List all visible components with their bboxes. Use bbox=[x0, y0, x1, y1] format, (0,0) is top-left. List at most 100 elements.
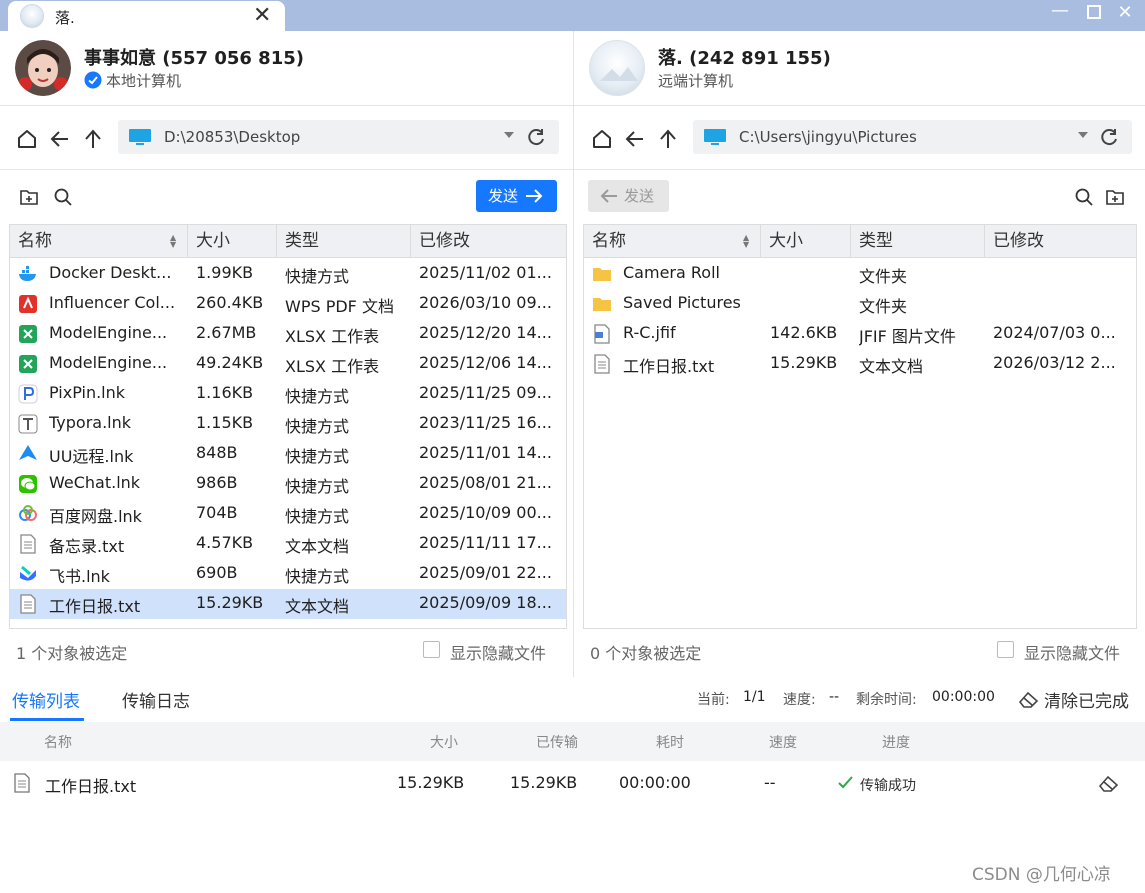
table-row[interactable]: Influencer Col... 260.4KB WPS PDF 文档 2026/0… bbox=[10, 289, 566, 319]
table-row[interactable]: UU远程.lnk 848B 快捷方式 2025/11/01 14... bbox=[10, 439, 566, 469]
new-folder-icon[interactable] bbox=[19, 187, 39, 207]
text-file-icon bbox=[18, 594, 38, 614]
file-name: 飞书.lnk bbox=[49, 567, 110, 586]
refresh-icon[interactable] bbox=[526, 127, 546, 147]
file-type: 快捷方式 bbox=[285, 567, 350, 586]
pdf-icon bbox=[18, 294, 38, 314]
table-row[interactable]: 工作日报.txt 15.29KB 文本文档 2026/03/12 2... bbox=[584, 349, 1136, 379]
table-row[interactable]: Camera Roll 文件夹 bbox=[584, 259, 1136, 289]
file-name: Camera Roll bbox=[623, 263, 720, 282]
local-show-hidden-checkbox[interactable] bbox=[423, 641, 440, 658]
tab-transfer-list[interactable]: 传输列表 bbox=[12, 687, 80, 712]
column-label: 名称 bbox=[18, 231, 52, 251]
send-button-disabled[interactable]: 发送 bbox=[588, 180, 669, 212]
transfer-table-header: 名称 大小 已传输 耗时 速度 进度 bbox=[0, 722, 1145, 761]
window-close-button[interactable]: ✕ bbox=[1112, 2, 1138, 26]
new-folder-icon[interactable] bbox=[1105, 187, 1125, 207]
send-button-label: 发送 bbox=[624, 187, 655, 205]
session-tab[interactable]: 落. ✕ bbox=[8, 1, 285, 31]
column-header-name[interactable]: 名称 ▲ ▼ bbox=[10, 225, 188, 258]
remote-header: 落. (242 891 155) 远端计算机 bbox=[574, 31, 1145, 106]
remote-path-box[interactable]: C:\Users\jingyu\Pictures bbox=[693, 120, 1132, 154]
refresh-icon[interactable] bbox=[1099, 127, 1119, 147]
path-dropdown-icon[interactable] bbox=[1078, 132, 1088, 138]
file-modified: 2024/07/03 0... bbox=[993, 323, 1116, 342]
file-size: 1.99KB bbox=[196, 263, 254, 282]
table-row[interactable]: 工作日报.txt 15.29KB 文本文档 2025/09/09 18... bbox=[10, 589, 566, 619]
file-type: JFIF 图片文件 bbox=[859, 327, 956, 346]
tab-close-icon[interactable]: ✕ bbox=[253, 3, 271, 28]
table-row[interactable]: R-C.jfif 142.6KB JFIF 图片文件 2024/07/03 0... bbox=[584, 319, 1136, 349]
file-modified: 2025/12/06 14... bbox=[419, 353, 552, 372]
back-arrow-icon[interactable] bbox=[624, 128, 646, 150]
file-modified: 2026/03/12 2... bbox=[993, 353, 1116, 372]
transfer-speed: -- bbox=[764, 773, 776, 792]
table-row[interactable]: 备忘录.txt 4.57KB 文本文档 2025/11/11 17... bbox=[10, 529, 566, 559]
title-bar: 落. ✕ — ✕ bbox=[0, 0, 1145, 31]
remote-show-hidden-checkbox[interactable] bbox=[997, 641, 1014, 658]
column-header-name[interactable]: 名称 ▲ ▼ bbox=[584, 225, 761, 258]
local-subtitle: 本地计算机 bbox=[106, 72, 182, 90]
file-type: 快捷方式 bbox=[285, 387, 350, 406]
file-size: 260.4KB bbox=[196, 293, 264, 312]
back-arrow-icon[interactable] bbox=[49, 128, 71, 150]
column-header-modified[interactable]: 已修改 bbox=[985, 225, 1136, 258]
table-row[interactable]: Docker Deskt... 1.99KB 快捷方式 2025/11/02 01..… bbox=[10, 259, 566, 289]
home-icon[interactable] bbox=[591, 128, 613, 150]
remote-avatar-icon bbox=[20, 4, 44, 28]
table-row[interactable]: PixPin.lnk 1.16KB 快捷方式 2025/11/25 09... bbox=[10, 379, 566, 409]
path-dropdown-icon[interactable] bbox=[504, 132, 514, 138]
table-row[interactable]: 百度网盘.lnk 704B 快捷方式 2025/10/09 00... bbox=[10, 499, 566, 529]
minimize-button[interactable]: — bbox=[1047, 0, 1073, 24]
table-row[interactable]: Typora.lnk 1.15KB 快捷方式 2023/11/25 16... bbox=[10, 409, 566, 439]
remote-nav-bar: C:\Users\jingyu\Pictures bbox=[574, 106, 1145, 170]
computer-icon bbox=[704, 129, 726, 145]
transfer-row[interactable]: 工作日报.txt 15.29KB 15.29KB 00:00:00 -- 传输成… bbox=[0, 762, 1145, 804]
local-nav-bar: D:\20853\Desktop bbox=[0, 106, 573, 170]
remote-file-table: 名称 ▲ ▼ 大小 类型 已修改 Camera Roll 文件夹 Saved Pictu… bbox=[583, 224, 1137, 629]
column-header-type[interactable]: 类型 bbox=[851, 225, 985, 258]
file-type: 文件夹 bbox=[859, 267, 908, 286]
search-icon[interactable] bbox=[1074, 187, 1094, 207]
file-modified: 2025/09/01 22... bbox=[419, 563, 552, 582]
home-icon[interactable] bbox=[16, 128, 38, 150]
speed-label: 速度: bbox=[783, 692, 816, 708]
search-icon[interactable] bbox=[53, 187, 73, 207]
column-header-size[interactable]: 大小 bbox=[188, 225, 277, 258]
baidu-netdisk-icon bbox=[18, 504, 38, 524]
local-header: 事事如意 (557 056 815) 本地计算机 bbox=[0, 31, 573, 106]
table-row[interactable]: WeChat.lnk 986B 快捷方式 2025/08/01 21... bbox=[10, 469, 566, 499]
table-row[interactable]: Saved Pictures 文件夹 bbox=[584, 289, 1136, 319]
eraser-icon[interactable] bbox=[1098, 774, 1119, 793]
table-row[interactable]: ModelEngine... 2.67MB XLSX 工作表 2025/12/20 1… bbox=[10, 319, 566, 349]
column-header-type[interactable]: 类型 bbox=[277, 225, 411, 258]
table-row[interactable]: 飞书.lnk 690B 快捷方式 2025/09/01 22... bbox=[10, 559, 566, 589]
uu-remote-icon bbox=[18, 444, 38, 464]
eraser-icon[interactable] bbox=[1018, 690, 1039, 709]
column-header-size[interactable]: 大小 bbox=[761, 225, 851, 258]
file-size: 1.15KB bbox=[196, 413, 254, 432]
up-arrow-icon[interactable] bbox=[82, 128, 104, 150]
checkmark-icon bbox=[838, 776, 853, 789]
table-row[interactable]: ModelEngine... 49.24KB XLSX 工作表 2025/12/06 … bbox=[10, 349, 566, 379]
file-name: 工作日报.txt bbox=[623, 357, 715, 376]
file-size: 986B bbox=[196, 473, 238, 492]
tab-transfer-log[interactable]: 传输日志 bbox=[122, 687, 190, 712]
file-type: 快捷方式 bbox=[285, 267, 350, 286]
maximize-button[interactable] bbox=[1081, 2, 1107, 26]
local-show-hidden-label[interactable]: 显示隐藏文件 bbox=[450, 640, 546, 664]
clear-completed-button[interactable]: 清除已完成 bbox=[1044, 687, 1129, 712]
computer-icon bbox=[129, 129, 151, 145]
local-path-box[interactable]: D:\20853\Desktop bbox=[118, 120, 559, 154]
file-type: 快捷方式 bbox=[285, 417, 350, 436]
column-label: 名称 bbox=[592, 231, 626, 251]
active-tab-indicator bbox=[10, 718, 84, 721]
file-size: 704B bbox=[196, 503, 238, 522]
send-button[interactable]: 发送 bbox=[476, 180, 557, 212]
file-type: 快捷方式 bbox=[285, 447, 350, 466]
local-avatar bbox=[15, 40, 71, 96]
remote-user-name: 落. (242 891 155) bbox=[658, 48, 831, 69]
up-arrow-icon[interactable] bbox=[657, 128, 679, 150]
remote-show-hidden-label[interactable]: 显示隐藏文件 bbox=[1024, 640, 1120, 664]
column-header-modified[interactable]: 已修改 bbox=[411, 225, 566, 258]
